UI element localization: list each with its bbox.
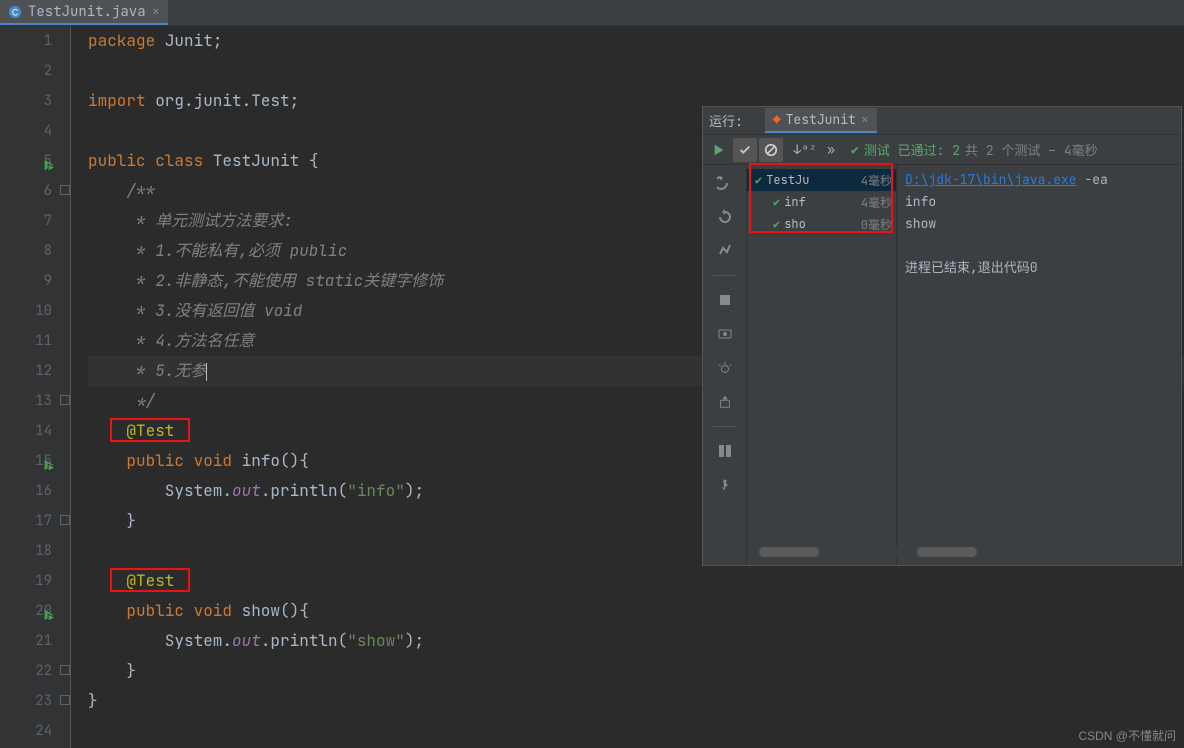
test-time: 0毫秒 — [861, 216, 896, 233]
test-tree-item[interactable]: ✔sho 0毫秒 — [747, 213, 896, 235]
test-time: 4毫秒 — [861, 194, 896, 211]
run-gutter-icon[interactable] — [42, 153, 56, 167]
code-line[interactable]: System.out.println("show"); — [88, 626, 1184, 656]
check-icon: ✔ — [773, 216, 780, 232]
code-line[interactable]: public void show(){ — [88, 596, 1184, 626]
code-line[interactable] — [88, 716, 1184, 746]
file-link[interactable]: D:\jdk-17\bin\java.exe — [905, 171, 1077, 188]
line-number: 13 — [0, 386, 52, 416]
run-title: 运行: — [709, 111, 743, 130]
fold-icon[interactable] — [60, 665, 70, 675]
run-side-toolbar — [703, 165, 747, 565]
run-gutter-icon[interactable] — [42, 603, 56, 617]
test-name: TestJu — [766, 172, 809, 188]
line-number: 8 — [0, 236, 52, 266]
test-tree-item[interactable]: ✔TestJu 4毫秒 — [747, 169, 896, 191]
line-number: 24 — [0, 716, 52, 746]
layout-button[interactable] — [715, 441, 735, 461]
fold-icon[interactable] — [60, 185, 70, 195]
console-line: show — [905, 213, 1173, 235]
pin-button[interactable] — [715, 475, 735, 495]
test-status-passed: 测试 已通过: 2 — [864, 140, 960, 159]
line-number: 12 — [0, 356, 52, 386]
line-number: 18 — [0, 536, 52, 566]
code-line[interactable]: } — [88, 686, 1184, 716]
run-gutter-icon[interactable] — [42, 453, 56, 467]
stop-button[interactable] — [715, 290, 735, 310]
toggle-auto-test-button[interactable] — [715, 173, 735, 193]
test-tree-item[interactable]: ✔inf 4毫秒 — [747, 191, 896, 213]
fold-icon[interactable] — [60, 515, 70, 525]
line-number: 1 — [0, 26, 52, 56]
editor-tab-bar: C TestJunit.java × — [0, 0, 1184, 26]
rerun-button[interactable] — [707, 138, 731, 162]
text-caret — [206, 363, 207, 381]
check-icon: ✔ — [755, 172, 762, 188]
line-number: 11 — [0, 326, 52, 356]
show-passed-button[interactable] — [733, 138, 757, 162]
console-line: 进程已结束,退出代码0 — [905, 257, 1173, 279]
line-number: 20 — [0, 596, 52, 626]
close-icon[interactable]: × — [152, 3, 160, 21]
line-number-gutter: 123456789101112131415161718192021222324 — [0, 26, 70, 748]
svg-text:C: C — [12, 7, 18, 17]
code-line[interactable]: @Test — [88, 566, 1184, 596]
line-number: 5 — [0, 146, 52, 176]
line-number: 15 — [0, 446, 52, 476]
test-status-total: 共 2 个测试 – 4毫秒 — [965, 140, 1098, 159]
code-line[interactable]: package Junit; — [88, 26, 1184, 56]
tab-filename: TestJunit.java — [28, 3, 146, 21]
console-line: D:\jdk-17\bin\java.exe -ea — [905, 169, 1173, 191]
line-number: 3 — [0, 86, 52, 116]
debug-button[interactable] — [715, 358, 735, 378]
line-number: 14 — [0, 416, 52, 446]
close-icon[interactable]: × — [861, 111, 869, 128]
code-line[interactable]: } — [88, 656, 1184, 686]
expand-button[interactable]: » — [819, 138, 843, 162]
check-icon: ✔ — [773, 194, 780, 210]
run-header: 运行: ◆ TestJunit × — [703, 107, 1181, 135]
line-number: 22 — [0, 656, 52, 686]
show-ignored-button[interactable] — [759, 138, 783, 162]
line-number: 16 — [0, 476, 52, 506]
console-line: info — [905, 191, 1173, 213]
run-tab-name: TestJunit — [786, 111, 856, 128]
editor-tab[interactable]: C TestJunit.java × — [0, 0, 168, 25]
test-name: sho — [784, 216, 806, 232]
line-number: 19 — [0, 566, 52, 596]
console-output[interactable]: D:\jdk-17\bin\java.exe -eainfoshow 进程已结束,… — [897, 165, 1181, 565]
code-line[interactable] — [88, 56, 1184, 86]
fold-icon[interactable] — [60, 395, 70, 405]
test-name: inf — [784, 194, 806, 210]
sort-button[interactable]: ↓ᵃᶻ — [793, 138, 817, 162]
settings-button[interactable] — [715, 241, 735, 261]
test-time: 4毫秒 — [861, 172, 896, 189]
line-number: 17 — [0, 506, 52, 536]
rerun-failed-button[interactable] — [715, 207, 735, 227]
line-number: 7 — [0, 206, 52, 236]
line-number: 21 — [0, 626, 52, 656]
line-number: 23 — [0, 686, 52, 716]
java-class-icon: C — [8, 5, 22, 19]
fold-icon[interactable] — [60, 695, 70, 705]
line-number: 9 — [0, 266, 52, 296]
run-config-tab[interactable]: ◆ TestJunit × — [765, 108, 877, 133]
export-button[interactable] — [715, 392, 735, 412]
horizontal-scrollbar[interactable] — [753, 547, 1173, 557]
line-number: 6 — [0, 176, 52, 206]
watermark: CSDN @不懂就问 — [1078, 727, 1176, 744]
line-number: 10 — [0, 296, 52, 326]
run-tool-window: 运行: ◆ TestJunit × ↓ᵃᶻ » ✔ 测试 已通过: 2 共 2 … — [702, 106, 1182, 566]
line-number: 2 — [0, 56, 52, 86]
console-line — [905, 235, 1173, 257]
run-toolbar: ↓ᵃᶻ » ✔ 测试 已通过: 2 共 2 个测试 – 4毫秒 — [703, 135, 1181, 165]
line-number: 4 — [0, 116, 52, 146]
test-tree[interactable]: ✔TestJu4毫秒✔inf4毫秒✔sho0毫秒 — [747, 165, 897, 565]
check-icon: ✔ — [851, 141, 859, 158]
test-icon: ◆ — [773, 111, 781, 128]
dump-threads-button[interactable] — [715, 324, 735, 344]
